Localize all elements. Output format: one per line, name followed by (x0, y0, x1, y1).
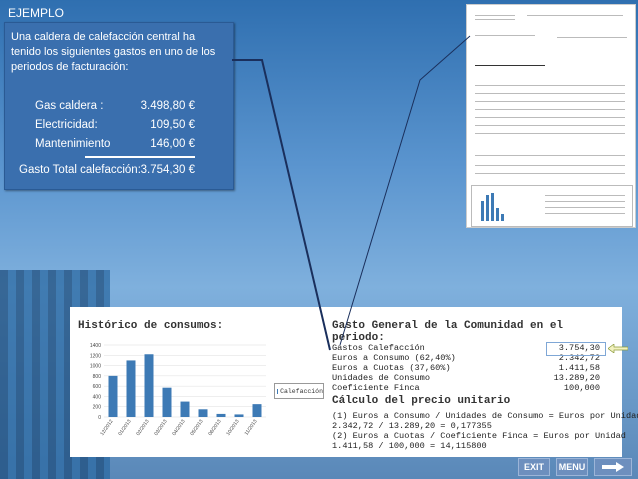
general-title: Gasto General de la Comunidad en el peri… (332, 320, 564, 344)
expense-label: Gas caldera : (35, 100, 104, 112)
y-tick-label: 200 (93, 405, 102, 411)
example-description: Una caldera de calefacción central ha te… (11, 31, 216, 73)
calc-title: Cálculo del precio unitario (332, 395, 511, 407)
x-tick-label: 06/2013 (207, 419, 222, 437)
menu-button[interactable]: MENU (556, 458, 588, 476)
bar (234, 414, 244, 417)
expense-label: Electricidad: (35, 119, 98, 131)
bar (126, 360, 136, 417)
highlight-box (546, 342, 606, 356)
x-tick-label: 01/2013 (117, 419, 132, 437)
bar (198, 409, 208, 417)
x-tick-label: 04/2013 (171, 419, 186, 437)
expense-label: Mantenimiento (35, 138, 111, 150)
general-label: Unidades de Consumo (332, 373, 430, 383)
general-value: 1.411,58 (558, 363, 600, 373)
y-tick-label: 600 (93, 384, 102, 390)
arrow-right-icon (602, 462, 624, 472)
invoice-thumbnail (466, 4, 636, 228)
y-tick-label: 1400 (90, 343, 101, 349)
bar (180, 401, 190, 417)
formula-2: (2) Euros a Cuotas / Coeficiente Finca =… (332, 431, 626, 441)
invoice-detail: Histórico de consumos: 1400 1200 1000 800 60… (70, 307, 638, 457)
legend-label: Calefacción (280, 387, 323, 395)
arrow-left-icon (608, 344, 628, 353)
general-label: Euros a Consumo (62,40%) (332, 353, 456, 363)
x-tick-label: 05/2013 (189, 419, 204, 437)
example-panel: Una caldera de calefacción central ha te… (4, 22, 234, 190)
result-1: 2.342,72 / 13.289,20 = 0,177355 (332, 421, 492, 431)
y-tick-label: 1200 (90, 353, 101, 359)
bar (216, 413, 226, 417)
bar (108, 375, 118, 417)
bar (252, 404, 262, 417)
y-tick-label: 400 (93, 394, 102, 400)
exit-button[interactable]: EXIT (518, 458, 550, 476)
bar (162, 387, 172, 417)
legend-swatch (277, 388, 279, 394)
expense-amount: 3.498,80 € (140, 100, 195, 112)
x-tick-label: 02/2013 (135, 419, 150, 437)
general-label: Euros a Cuotas (37,60%) (332, 363, 451, 373)
expense-amount: 146,00 € (150, 138, 195, 150)
x-tick-label: 03/2013 (153, 419, 168, 437)
general-value: 13.289,20 (553, 373, 600, 383)
chart-legend: Calefacción (274, 383, 324, 399)
history-title: Histórico de consumos: (78, 320, 224, 332)
y-tick-label: 800 (93, 374, 102, 380)
next-button[interactable] (594, 458, 632, 476)
x-tick-label: 11/2013 (244, 419, 259, 437)
consumption-chart: 140012001000800600400200012/2012 01/2013 0… (90, 343, 266, 437)
result-2: 1.411,58 / 100,000 = 14,115800 (332, 441, 487, 451)
x-tick-label: 12/2012 (99, 419, 114, 437)
general-label: Gastos Calefacción (332, 343, 425, 353)
page-title: EJEMPLO (8, 6, 65, 20)
y-tick-label: 1000 (90, 364, 101, 370)
general-label: Coeficiente Finca (332, 383, 420, 393)
formula-1: (1) Euros a Consumo / Unidades de Consum… (332, 411, 638, 421)
expense-amount: 109,50 € (150, 119, 195, 131)
x-tick-label: 10/2013 (225, 419, 240, 437)
general-value: 100,000 (563, 383, 600, 393)
total-amount: 3.754,30 € (140, 164, 195, 176)
sum-divider (85, 156, 195, 158)
y-tick-label: 0 (98, 415, 101, 421)
bar (144, 354, 154, 417)
